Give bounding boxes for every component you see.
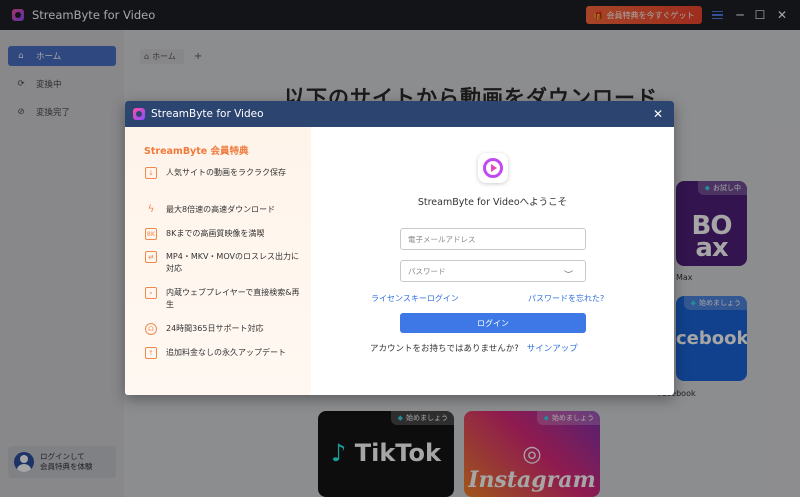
no-account-text: アカウントをお持ちではありませんか? サインアップ bbox=[370, 344, 578, 354]
update-icon: ↑ bbox=[145, 347, 157, 359]
forgot-password-link[interactable]: パスワードを忘れた? bbox=[528, 293, 604, 304]
email-field[interactable] bbox=[400, 228, 586, 250]
login-button[interactable]: ログイン bbox=[400, 313, 586, 333]
headset-icon: ☊ bbox=[145, 323, 157, 335]
login-pane: StreamByte for Videoへようこそ ︶ ライセンスキーログイン … bbox=[311, 127, 674, 395]
dialog-title: StreamByte for Video bbox=[151, 108, 264, 120]
benefit-item: 8K 8Kまでの高画質映像を満喫 bbox=[145, 228, 265, 240]
license-key-login-link[interactable]: ライセンスキーログイン bbox=[371, 293, 459, 304]
benefit-item: ⌕ 内蔵ウェブプレイヤーで直接検索&再生 bbox=[145, 287, 305, 311]
8k-icon: 8K bbox=[145, 228, 157, 240]
signup-link[interactable]: サインアップ bbox=[527, 344, 578, 354]
search-play-icon: ⌕ bbox=[145, 287, 157, 299]
benefit-item: ⇄ MP4・MKV・MOVのロスレス出力に対応 bbox=[145, 251, 305, 275]
benefits-title: StreamByte 会員特典 bbox=[144, 146, 249, 157]
benefit-item: ↑ 追加料金なしの永久アップデート bbox=[145, 347, 305, 359]
lightning-icon: ϟ bbox=[147, 204, 155, 215]
benefit-item: ↓ 人気サイトの動画をラクラク保存 bbox=[145, 167, 305, 179]
dialog-close-icon[interactable]: ✕ bbox=[650, 106, 666, 122]
app-logo-icon bbox=[133, 108, 145, 120]
login-dialog: StreamByte for Video ✕ StreamByte 会員特典 ↓… bbox=[125, 101, 674, 395]
download-box-icon: ↓ bbox=[145, 167, 157, 179]
file-convert-icon: ⇄ bbox=[145, 251, 157, 263]
welcome-text: StreamByte for Videoへようこそ bbox=[417, 197, 568, 208]
password-field[interactable] bbox=[400, 260, 586, 282]
dialog-header: StreamByte for Video ✕ bbox=[125, 101, 674, 127]
benefits-panel: StreamByte 会員特典 ↓ 人気サイトの動画をラクラク保存 ϟ 最大8倍… bbox=[125, 127, 311, 395]
benefit-item: ☊ 24時間365日サポート対応 bbox=[145, 323, 305, 335]
benefit-item: ϟ 最大8倍速の高速ダウンロード bbox=[145, 204, 305, 216]
streambyte-logo-icon bbox=[478, 153, 508, 183]
eye-closed-icon[interactable]: ︶ bbox=[564, 268, 573, 281]
